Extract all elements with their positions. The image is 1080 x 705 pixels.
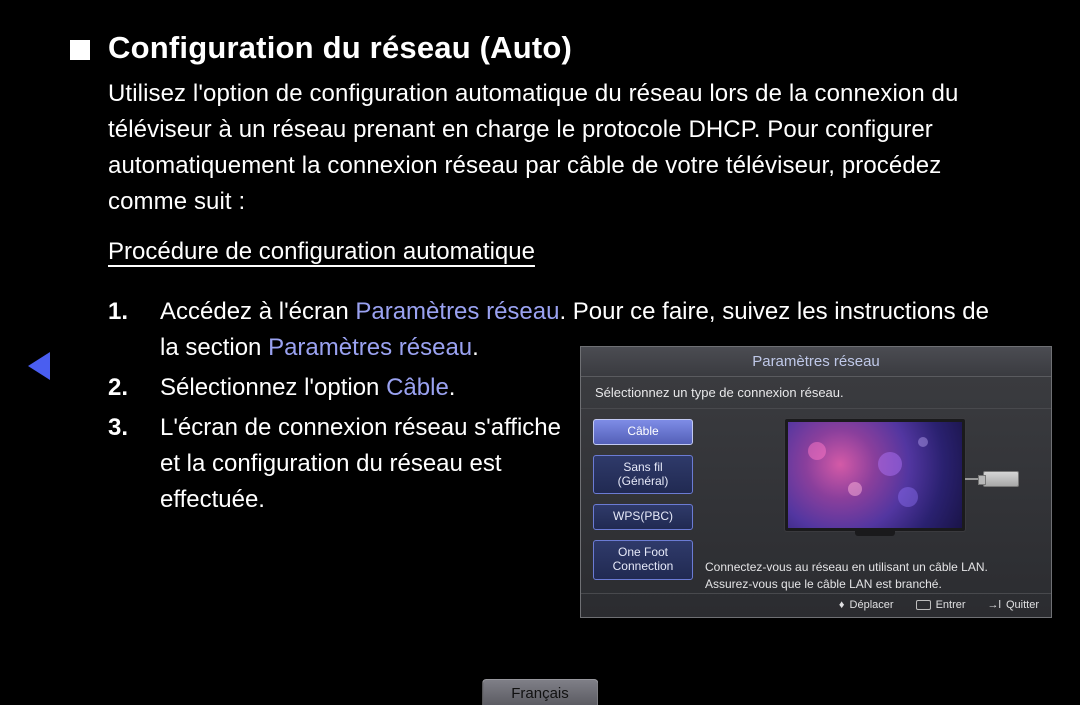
intro-text: Utilisez l'option de configuration autom… [108, 76, 1010, 220]
panel-header: Paramètres réseau [581, 347, 1051, 377]
return-icon: →l [988, 599, 1001, 611]
updown-icon: ♦ [839, 599, 845, 611]
option-label: Câble [627, 424, 658, 438]
footer-enter: Entrer [916, 599, 966, 611]
title-row: Configuration du réseau (Auto) [70, 30, 1010, 66]
footer-label: Déplacer [850, 599, 894, 611]
connection-type-options: Câble Sans fil (Général) WPS(PBC) One Fo… [593, 419, 693, 593]
option-label-line1: Sans fil [623, 460, 662, 474]
network-settings-panel: Paramètres réseau Sélectionnez un type d… [580, 346, 1052, 618]
panel-footer: ♦ Déplacer Entrer →l Quitter [581, 593, 1051, 616]
section-subtitle: Procédure de configuration automatique [108, 238, 1010, 266]
option-wireless[interactable]: Sans fil (Général) [593, 455, 693, 495]
enter-icon [916, 600, 931, 610]
footer-label: Quitter [1006, 599, 1039, 611]
option-label-line1: One Foot [618, 545, 668, 559]
text: Accédez à l'écran [160, 298, 355, 325]
step-text: L'écran de connexion réseau s'affiche et… [160, 410, 580, 518]
step-number: 1. [108, 294, 160, 366]
tv-icon [785, 419, 965, 531]
option-cable[interactable]: Câble [593, 419, 693, 445]
step-number: 3. [108, 410, 160, 518]
footer-move: ♦ Déplacer [839, 599, 894, 611]
page-title: Configuration du réseau (Auto) [108, 30, 572, 66]
highlight: Paramètres réseau [355, 298, 559, 325]
language-button[interactable]: Français [482, 679, 598, 705]
tv-stand [855, 531, 895, 536]
square-bullet-icon [70, 40, 90, 60]
tv-screen [788, 422, 962, 528]
text: . [449, 374, 456, 401]
step-number: 2. [108, 370, 160, 406]
panel-body: Câble Sans fil (Général) WPS(PBC) One Fo… [581, 409, 1051, 593]
lan-cable-icon [965, 471, 1019, 487]
option-label-line2: (Général) [618, 474, 669, 488]
highlight: Câble [386, 374, 449, 401]
option-description: Connectez-vous au réseau en utilisant un… [705, 559, 1039, 593]
footer-quit: →l Quitter [988, 599, 1039, 611]
option-onefoot[interactable]: One Foot Connection [593, 540, 693, 580]
prev-page-arrow[interactable] [28, 352, 50, 380]
text: . [472, 334, 479, 361]
option-label-line2: Connection [613, 559, 674, 573]
text: Sélectionnez l'option [160, 374, 386, 401]
preview-illustration [705, 419, 1039, 555]
option-label: WPS(PBC) [613, 509, 673, 523]
footer-label: Entrer [936, 599, 966, 611]
language-label: Français [511, 685, 569, 702]
preview-column: Connectez-vous au réseau en utilisant un… [705, 419, 1039, 593]
highlight: Paramètres réseau [268, 334, 472, 361]
option-wps[interactable]: WPS(PBC) [593, 504, 693, 530]
panel-subtitle: Sélectionnez un type de connexion réseau… [581, 377, 1051, 409]
